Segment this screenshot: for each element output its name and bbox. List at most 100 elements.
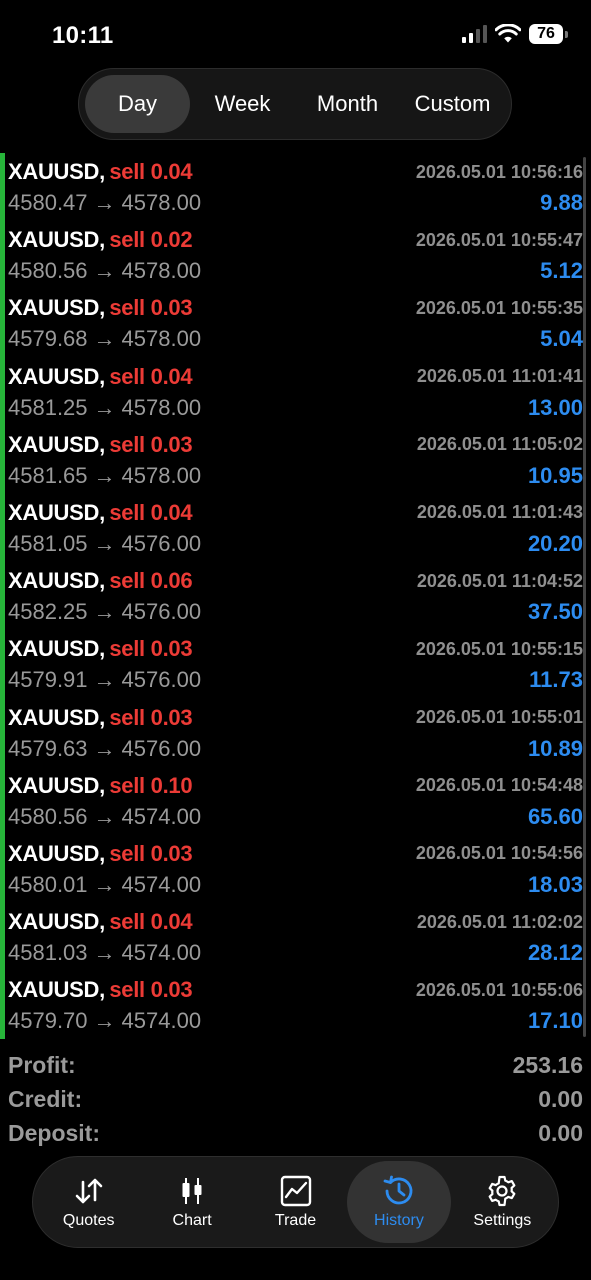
price-arrow-icon: → xyxy=(93,326,116,352)
deal-row[interactable]: XAUUSD, sell 0.03 2026.05.01 10:55:06 4579… xyxy=(0,971,591,1039)
tab-chart-label: Chart xyxy=(172,1212,212,1229)
price-arrow-icon: → xyxy=(93,394,116,420)
tab-trade[interactable]: Trade xyxy=(244,1161,347,1243)
status-time: 10:11 xyxy=(52,22,114,49)
deal-row-header: XAUUSD, sell 0.03 2026.05.01 10:55:35 xyxy=(8,293,583,323)
deal-profit: 11.73 xyxy=(529,667,583,693)
deal-row[interactable]: XAUUSD, sell 0.03 2026.05.01 10:55:01 4579… xyxy=(0,699,591,767)
deal-time: 2026.05.01 10:55:01 xyxy=(415,707,583,727)
deal-time: 2026.05.01 10:56:16 xyxy=(415,161,583,182)
deal-open-price: 4581.25 xyxy=(8,394,88,420)
deal-instrument: XAUUSD, sell 0.03 xyxy=(8,295,193,321)
deal-row-prices: 4581.25 → 4578.00 13.00 xyxy=(8,393,583,423)
deal-row[interactable]: XAUUSD, sell 0.03 2026.05.01 10:54:56 4580… xyxy=(0,835,591,903)
deal-close-price: 4574.00 xyxy=(121,803,202,829)
period-tab-day[interactable]: Day xyxy=(85,75,190,133)
tab-history-label: History xyxy=(374,1212,424,1229)
period-tab-week[interactable]: Week xyxy=(190,75,295,133)
deal-row[interactable]: XAUUSD, sell 0.04 2026.05.01 10:56:16 4580… xyxy=(0,153,591,221)
period-tab-month[interactable]: Month xyxy=(295,75,400,133)
deal-row-header: XAUUSD, sell 0.06 2026.05.01 11:04:52 xyxy=(8,566,583,596)
deal-row-prices: 4581.03 → 4574.00 28.12 xyxy=(8,938,583,968)
deal-row[interactable]: XAUUSD, sell 0.04 2026.05.01 11:02:02 4581… xyxy=(0,903,591,971)
summary-deposit-value: 0.00 xyxy=(538,1119,583,1146)
deal-price-range: 4580.56 → 4574.00 xyxy=(8,804,201,830)
deal-instrument: XAUUSD, sell 0.04 xyxy=(8,159,193,185)
deal-open-price: 4580.01 xyxy=(8,871,88,897)
deal-row-header: XAUUSD, sell 0.03 2026.05.01 10:55:15 xyxy=(8,634,583,664)
trade-line-chart-icon xyxy=(279,1174,313,1208)
deal-side-volume: sell 0.06 xyxy=(109,568,193,594)
deal-row-prices: 4580.56 → 4574.00 65.60 xyxy=(8,802,583,832)
deal-close-price: 4578.00 xyxy=(121,462,202,488)
summary-profit-row: Profit: 253.16 xyxy=(8,1048,583,1082)
deal-instrument: XAUUSD, sell 0.04 xyxy=(8,364,193,390)
wifi-icon xyxy=(495,24,521,43)
deal-close-price: 4574.00 xyxy=(121,871,202,897)
deal-side-volume: sell 0.03 xyxy=(109,840,193,866)
summary-profit-value: 253.16 xyxy=(512,1051,583,1078)
deal-row-prices: 4580.56 → 4578.00 5.12 xyxy=(8,256,583,286)
deal-price-range: 4582.25 → 4576.00 xyxy=(8,599,201,625)
deal-price-range: 4579.68 → 4578.00 xyxy=(8,326,201,352)
deal-open-price: 4581.03 xyxy=(8,940,88,966)
deal-open-price: 4581.65 xyxy=(8,462,88,488)
history-clock-icon xyxy=(382,1174,416,1208)
deal-row-prices: 4580.01 → 4574.00 18.03 xyxy=(8,870,583,900)
deal-row[interactable]: XAUUSD, sell 0.06 2026.05.01 11:04:52 4582… xyxy=(0,562,591,630)
deal-row[interactable]: XAUUSD, sell 0.03 2026.05.01 10:55:15 4579… xyxy=(0,630,591,698)
deal-row[interactable]: XAUUSD, sell 0.04 2026.05.01 11:01:41 4581… xyxy=(0,358,591,426)
deal-row-prices: 4579.70 → 4574.00 17.10 xyxy=(8,1006,583,1036)
deal-close-price: 4574.00 xyxy=(121,940,202,966)
battery-level: 76 xyxy=(537,25,555,42)
cellular-signal-icon xyxy=(462,25,487,43)
deal-close-price: 4578.00 xyxy=(121,258,202,284)
summary-deposit-label: Deposit: xyxy=(8,1119,100,1146)
deal-row[interactable]: XAUUSD, sell 0.02 2026.05.01 10:55:47 4580… xyxy=(0,221,591,289)
deal-close-price: 4576.00 xyxy=(121,667,202,693)
deal-price-range: 4579.70 → 4574.00 xyxy=(8,1008,201,1034)
deal-row[interactable]: XAUUSD, sell 0.10 2026.05.01 10:54:48 4580… xyxy=(0,767,591,835)
deal-symbol: XAUUSD, xyxy=(8,431,105,457)
gear-icon xyxy=(485,1174,519,1208)
period-tab-custom[interactable]: Custom xyxy=(400,75,505,133)
tab-history[interactable]: History xyxy=(347,1161,451,1243)
tab-trade-label: Trade xyxy=(274,1212,317,1229)
deal-side-volume: sell 0.04 xyxy=(109,159,193,184)
deal-close-price: 4574.00 xyxy=(121,1008,202,1034)
deal-instrument: XAUUSD, sell 0.03 xyxy=(8,705,193,731)
deal-open-price: 4579.91 xyxy=(8,667,88,693)
deal-open-price: 4582.25 xyxy=(8,599,88,625)
deal-open-price: 4581.05 xyxy=(8,530,88,556)
deal-close-price: 4578.00 xyxy=(121,190,202,215)
deal-history-list[interactable]: XAUUSD, sell 0.04 2026.05.01 10:56:16 4580… xyxy=(0,153,591,1040)
tab-settings[interactable]: Settings xyxy=(451,1161,554,1243)
deal-close-price: 4578.00 xyxy=(121,326,202,352)
deal-instrument: XAUUSD, sell 0.03 xyxy=(8,977,193,1003)
deal-price-range: 4580.56 → 4578.00 xyxy=(8,258,201,284)
deal-time: 2026.05.01 11:05:02 xyxy=(416,434,583,455)
price-arrow-icon: → xyxy=(93,258,116,284)
deal-profit: 37.50 xyxy=(527,599,583,625)
deal-row[interactable]: XAUUSD, sell 0.04 2026.05.01 11:01:43 4581… xyxy=(0,494,591,562)
deal-row[interactable]: XAUUSD, sell 0.03 2026.05.01 11:05:02 4581… xyxy=(0,426,591,494)
deal-symbol: XAUUSD, xyxy=(8,977,105,1003)
tab-quotes[interactable]: Quotes xyxy=(37,1161,140,1243)
price-arrow-icon: → xyxy=(93,1008,116,1034)
deal-profit: 10.89 xyxy=(527,735,583,761)
deal-row-header: XAUUSD, sell 0.10 2026.05.01 10:54:48 xyxy=(8,771,583,801)
deal-symbol: XAUUSD, xyxy=(8,772,105,798)
deal-symbol: XAUUSD, xyxy=(8,227,105,253)
candlestick-icon xyxy=(175,1174,209,1208)
deal-close-price: 4576.00 xyxy=(121,599,202,625)
deal-side-volume: sell 0.02 xyxy=(109,227,193,253)
tab-chart[interactable]: Chart xyxy=(140,1161,243,1243)
deal-row[interactable]: XAUUSD, sell 0.03 2026.05.01 10:55:35 4579… xyxy=(0,289,591,357)
deal-time: 2026.05.01 10:54:48 xyxy=(415,775,583,796)
battery-icon: 76 xyxy=(529,24,568,44)
status-bar: 10:11 76 xyxy=(0,0,591,70)
deal-profit: 28.12 xyxy=(527,940,583,966)
bottom-tab-bar: Quotes Chart Trade History Settings xyxy=(32,1156,559,1248)
deal-profit: 18.03 xyxy=(527,871,583,897)
deal-row-header: XAUUSD, sell 0.04 2026.05.01 11:01:41 xyxy=(8,362,583,392)
